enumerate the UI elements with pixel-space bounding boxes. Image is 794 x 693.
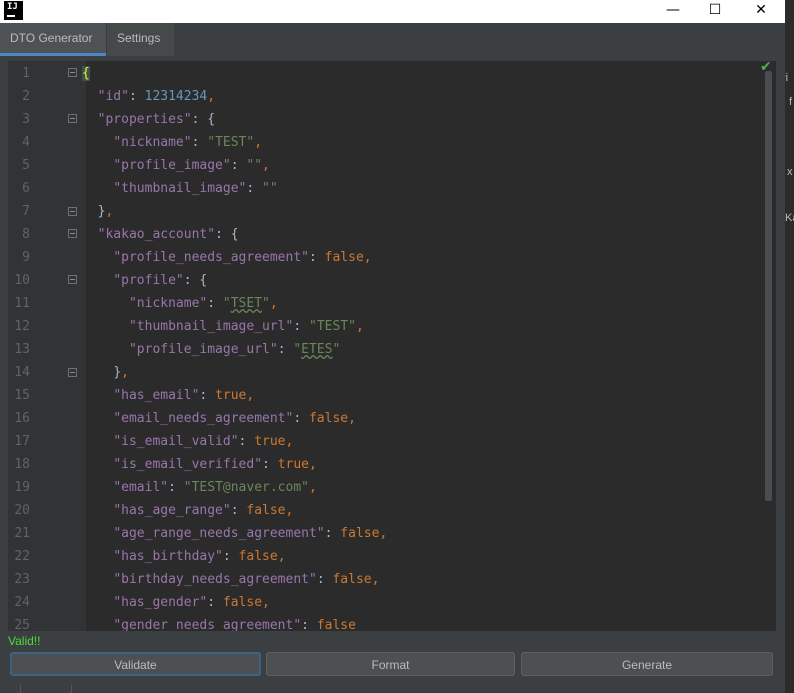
code-line: 6 "thumbnail_image": "" <box>22 181 278 196</box>
code-line: 14 }, <box>14 365 129 380</box>
code-line: 18 "is_email_verified": true, <box>14 457 317 472</box>
code-line: 16 "email_needs_agreement": false, <box>14 411 356 426</box>
code-line: 22 "has_birthday": false, <box>14 549 286 564</box>
intellij-app-icon: IJ <box>4 1 23 20</box>
generate-button[interactable]: Generate <box>521 652 773 676</box>
code-line: 12 "thumbnail_image_url": "TEST", <box>14 319 364 334</box>
fold-toggle-icon[interactable] <box>68 114 77 123</box>
code-line: 4 "nickname": "TEST", <box>22 135 263 150</box>
window-titlebar: IJ — ☐ ✕ <box>0 0 785 23</box>
background-text-fragment: f <box>789 96 793 108</box>
code-line: 10 "profile": { <box>14 273 208 288</box>
code-line: 8 "kakao_account": { <box>22 227 239 242</box>
close-button[interactable]: ✕ <box>738 0 784 23</box>
code-line: 24 "has_gender": false, <box>14 595 270 610</box>
code-line: 20 "has_age_range": false, <box>14 503 294 518</box>
format-button[interactable]: Format <box>266 652 515 676</box>
code-line: 23 "birthday_needs_agreement": false, <box>14 572 380 587</box>
dto-generator-dialog: DTO Generator Settings ✔ 1 { 2 "id": 123… <box>0 23 785 683</box>
code-line: 17 "is_email_valid": true, <box>14 434 294 449</box>
tab-bar: DTO Generator Settings <box>0 23 785 56</box>
background-ide-strip: ri f x Ka <box>785 0 794 693</box>
fold-toggle-icon[interactable] <box>68 68 77 77</box>
code-line: 21 "age_range_needs_agreement": false, <box>14 526 388 541</box>
window-bottom-edge <box>0 683 785 693</box>
tab-settings[interactable]: Settings <box>107 23 174 56</box>
fold-end-icon[interactable] <box>68 368 77 377</box>
validate-button[interactable]: Validate <box>10 652 261 676</box>
tab-dto-generator[interactable]: DTO Generator <box>0 23 106 56</box>
json-editor[interactable]: ✔ 1 { 2 "id": 12314234, 3 "properties": … <box>8 61 776 631</box>
background-text-fragment: x <box>787 166 793 178</box>
code-line: 3 "properties": { <box>22 112 216 127</box>
code-line: 1 { <box>22 66 90 81</box>
background-text-fragment: Ka <box>785 212 794 224</box>
code-line: 19 "email": "TEST@naver.com", <box>14 480 317 495</box>
fold-toggle-icon[interactable] <box>68 229 77 238</box>
code-line: 9 "profile_needs_agreement": false, <box>22 250 372 265</box>
background-text-fragment: ri <box>785 72 789 84</box>
code-line: 13 "profile_image_url": "ETES" <box>14 342 341 357</box>
code-line: 15 "has_email": true, <box>14 388 255 403</box>
fold-toggle-icon[interactable] <box>68 275 77 284</box>
code-line: 7 }, <box>22 204 114 219</box>
minimize-button[interactable]: — <box>650 0 696 23</box>
fold-end-icon[interactable] <box>68 207 77 216</box>
code-line: 2 "id": 12314234, <box>22 89 216 104</box>
code-line: 5 "profile_image": "", <box>22 158 270 173</box>
code-line: 11 "nickname": "TSET", <box>14 296 278 311</box>
code-line: 25 "gender_needs_agreement": false <box>14 618 356 631</box>
validation-status: Valid!! <box>8 634 41 648</box>
maximize-button[interactable]: ☐ <box>692 0 738 23</box>
